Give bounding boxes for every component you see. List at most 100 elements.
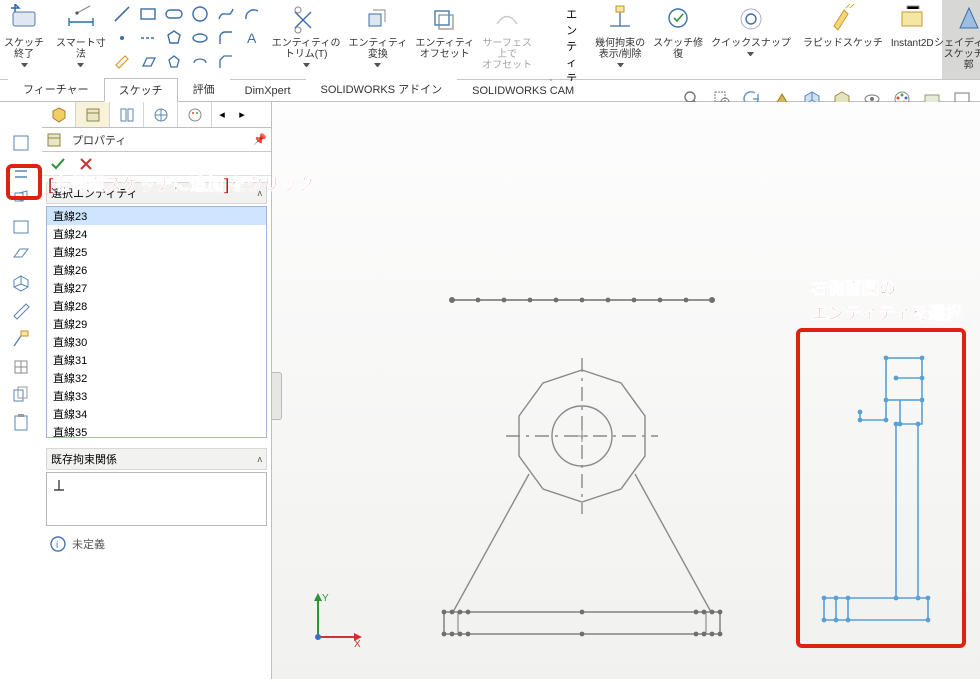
triad-x-label: X bbox=[354, 639, 361, 649]
trim-label: エンティティの トリム(T) bbox=[272, 38, 341, 60]
trim-entities-button[interactable]: エンティティの トリム(T) bbox=[268, 0, 345, 79]
property-manager-tab[interactable] bbox=[76, 102, 110, 127]
instant2d-button[interactable]: Instant2D bbox=[887, 0, 938, 79]
plane-icon[interactable] bbox=[112, 52, 132, 72]
rapid-label: ラピッドスケッチ bbox=[803, 38, 883, 49]
text-icon[interactable]: A bbox=[242, 28, 262, 48]
front-plane-icon[interactable] bbox=[10, 216, 32, 238]
dimxpert-manager-tab[interactable] bbox=[144, 102, 178, 127]
tab-features[interactable]: フィーチャー bbox=[8, 77, 104, 101]
entity-list-item[interactable]: 直線29 bbox=[47, 315, 266, 333]
shaded-label: シェイディング スケッチ輪 郭 bbox=[934, 38, 980, 71]
svg-text:i: i bbox=[56, 540, 58, 551]
exit-sketch-label: スケッチ 終了 bbox=[4, 38, 44, 60]
tab-addins[interactable]: SOLIDWORKS アドイン bbox=[306, 77, 458, 101]
existing-relations-header[interactable]: 既存拘束関係 ʌ bbox=[46, 448, 267, 470]
panel-tabs: ◂ ▸ bbox=[42, 102, 271, 128]
ribbon-toolbar: スケッチ 終了 スマート寸 法 A bbox=[0, 0, 980, 80]
entity-list-item[interactable]: 直線30 bbox=[47, 333, 266, 351]
entity-list-item[interactable]: 直線24 bbox=[47, 225, 266, 243]
centerline-icon[interactable] bbox=[138, 28, 158, 48]
feature-manager-tab[interactable] bbox=[42, 102, 76, 127]
offset-entities-button[interactable]: エンティティ オフセット bbox=[411, 0, 478, 79]
panel-prev-icon[interactable]: ◂ bbox=[212, 102, 232, 127]
property-icon bbox=[46, 132, 62, 148]
entity-list-item[interactable]: 直線25 bbox=[47, 243, 266, 261]
entity-list-item[interactable]: 直線27 bbox=[47, 279, 266, 297]
perpendicular-icon bbox=[51, 477, 262, 493]
trim-icon bbox=[289, 2, 323, 36]
shaded-contour-icon bbox=[952, 2, 980, 36]
entity-list-item[interactable]: 直線23 bbox=[47, 207, 266, 225]
circle-icon[interactable] bbox=[190, 4, 210, 24]
status-row: i 未定義 bbox=[42, 530, 271, 558]
configuration-manager-tab[interactable] bbox=[110, 102, 144, 127]
spline-icon[interactable] bbox=[216, 4, 236, 24]
smart-dimension-button[interactable]: スマート寸 法 bbox=[52, 0, 110, 79]
repair-label: スケッチ修 復 bbox=[653, 38, 703, 60]
convert-icon bbox=[361, 2, 395, 36]
fillet-icon[interactable] bbox=[216, 28, 236, 48]
rapid-sketch-icon bbox=[826, 2, 860, 36]
tab-evaluate[interactable]: 評価 bbox=[178, 77, 230, 101]
iso-view-icon[interactable] bbox=[10, 272, 32, 294]
offset-surface-icon bbox=[490, 2, 524, 36]
selection-filter-icon[interactable] bbox=[10, 132, 32, 154]
property-title: プロパティ bbox=[68, 132, 247, 148]
smart-dimension-label: スマート寸 法 bbox=[56, 38, 106, 60]
tab-cam[interactable]: SOLIDWORKS CAM bbox=[457, 81, 589, 101]
svg-text:A: A bbox=[247, 30, 257, 46]
slot-icon[interactable] bbox=[164, 4, 184, 24]
view-triad: Y X bbox=[306, 589, 366, 649]
smart-dimension-icon bbox=[64, 2, 98, 36]
relation-tool-icon[interactable] bbox=[10, 328, 32, 350]
graphics-viewport[interactable]: 右側面図の エンティティを選択 Y X bbox=[272, 102, 980, 679]
entity-list-item[interactable]: 直線28 bbox=[47, 297, 266, 315]
dropdown-icon bbox=[374, 63, 381, 70]
top-plane-icon[interactable] bbox=[10, 244, 32, 266]
quick-snap-button[interactable]: クイックスナップ bbox=[707, 0, 795, 79]
entity-list-item[interactable]: 直線33 bbox=[47, 387, 266, 405]
existing-relations-box bbox=[46, 472, 267, 526]
existing-relations-label: 既存拘束関係 bbox=[51, 451, 117, 467]
display-relations-button[interactable]: 幾何拘束の 表示/削除 bbox=[591, 0, 649, 79]
convert-label: エンティティ 変換 bbox=[349, 38, 408, 60]
polygon2-icon[interactable] bbox=[164, 52, 184, 72]
ellipse-icon[interactable] bbox=[190, 28, 210, 48]
measure-icon[interactable] bbox=[10, 300, 32, 322]
selected-entities-list[interactable]: 直線23直線24直線25直線26直線27直線28直線29直線30直線31直線32… bbox=[46, 206, 267, 438]
grid-icon[interactable] bbox=[10, 356, 32, 378]
convert-entities-button[interactable]: エンティティ 変換 bbox=[345, 0, 412, 79]
dropdown-icon bbox=[617, 63, 624, 70]
sketch-tools-grid: A bbox=[110, 0, 264, 79]
line-icon[interactable] bbox=[112, 4, 132, 24]
quicksnap-icon bbox=[734, 2, 768, 36]
entity-list-item[interactable]: 直線35 bbox=[47, 423, 266, 438]
entity-list-item[interactable]: 直線34 bbox=[47, 405, 266, 423]
arc-icon[interactable] bbox=[242, 4, 262, 24]
polygon-icon[interactable] bbox=[164, 28, 184, 48]
tab-sketch[interactable]: スケッチ bbox=[104, 78, 178, 102]
repair-sketch-button[interactable]: スケッチ修 復 bbox=[649, 0, 707, 79]
entity-list-item[interactable]: 直線32 bbox=[47, 369, 266, 387]
copy-icon[interactable] bbox=[10, 384, 32, 406]
rapid-sketch-button[interactable]: ラピッドスケッチ bbox=[799, 0, 887, 79]
point-icon[interactable] bbox=[112, 28, 132, 48]
tab-dimxpert[interactable]: DimXpert bbox=[230, 81, 306, 101]
shaded-sketch-contour-button[interactable]: シェイディング スケッチ輪 郭 bbox=[942, 0, 980, 79]
entity-list-item[interactable]: 直線31 bbox=[47, 351, 266, 369]
exit-sketch-button[interactable]: スケッチ 終了 bbox=[0, 0, 48, 79]
relations-icon bbox=[603, 2, 637, 36]
annotation-box-left bbox=[6, 164, 42, 200]
entity-list-item[interactable]: 直線26 bbox=[47, 261, 266, 279]
partial-ellipse-icon[interactable] bbox=[190, 52, 210, 72]
relations-label: 幾何拘束の 表示/削除 bbox=[595, 38, 645, 60]
panel-next-icon[interactable]: ▸ bbox=[232, 102, 252, 127]
dropdown-icon bbox=[303, 63, 310, 70]
parallelogram-icon[interactable] bbox=[138, 52, 158, 72]
rectangle-icon[interactable] bbox=[138, 4, 158, 24]
paste-icon[interactable] bbox=[10, 412, 32, 434]
chamfer-icon[interactable] bbox=[216, 52, 236, 72]
pin-icon[interactable]: 📌 bbox=[253, 133, 267, 146]
display-manager-tab[interactable] bbox=[178, 102, 212, 127]
